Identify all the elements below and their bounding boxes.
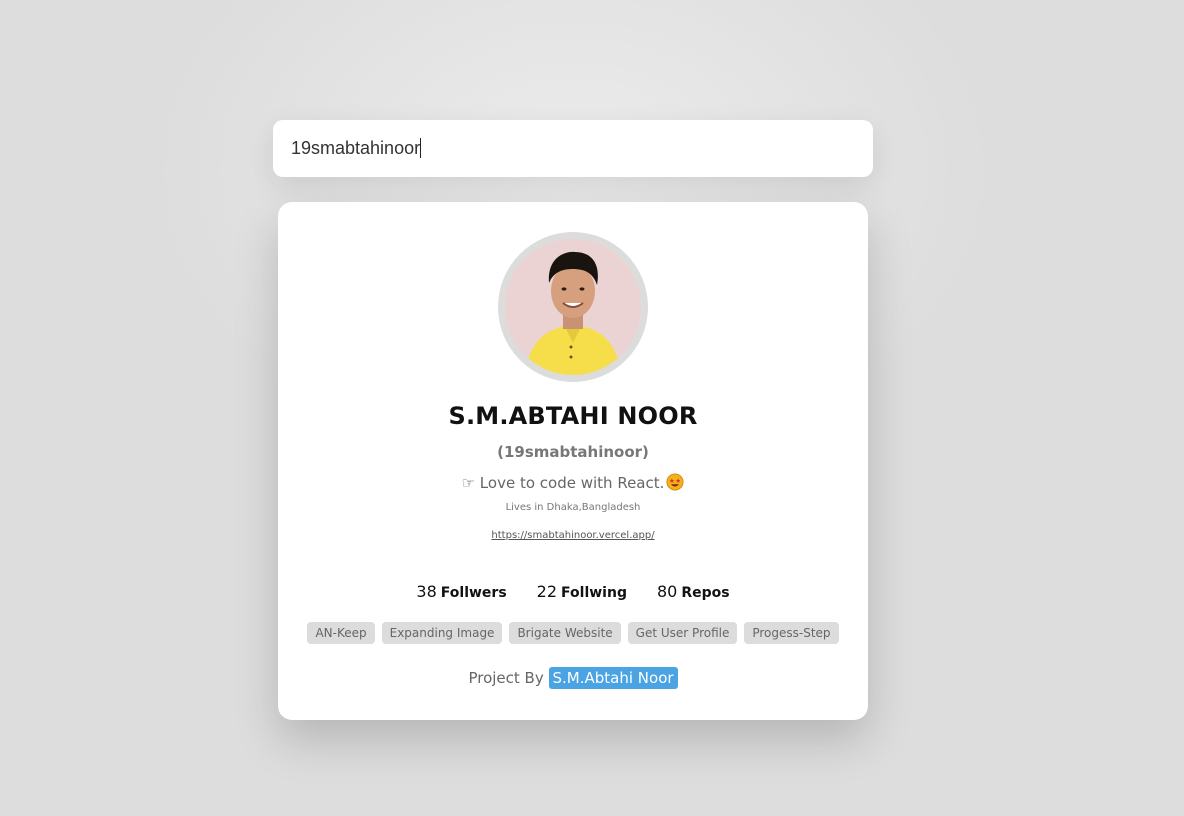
bio-text: ☞ Love to code with React. <box>461 474 665 492</box>
blog-link[interactable]: https://smabtahinoor.vercel.app/ <box>491 530 654 541</box>
repo-tag[interactable]: AN-Keep <box>307 622 375 644</box>
stat-repos: 80 Repos <box>657 582 730 601</box>
repo-tag[interactable]: Expanding Image <box>381 622 503 644</box>
stat-followers-count: 38 <box>416 582 437 601</box>
profile-username: (19smabtahinoor) <box>497 443 649 461</box>
search-input[interactable] <box>273 120 873 177</box>
profile-name: S.M.ABTAHI NOOR <box>448 402 698 430</box>
stat-repos-count: 80 <box>656 582 678 601</box>
author-link[interactable]: S.M.Abtahi Noor <box>548 667 678 689</box>
credit-prefix: Project By <box>468 669 544 687</box>
stat-followers: 38 Follwers <box>416 582 506 601</box>
stat-following-count: 22 <box>536 582 558 601</box>
stat-following-label: Follwing <box>561 585 627 601</box>
search-box <box>273 120 873 177</box>
text-cursor <box>420 138 421 158</box>
avatar-ring <box>498 232 648 382</box>
profile-stats: 38 Follwers 22 Follwing 80 Repos <box>278 582 868 601</box>
avatar <box>505 239 641 375</box>
repo-tag[interactable]: Progess-Step <box>744 622 839 644</box>
user-photo-icon <box>505 239 641 375</box>
profile-location: Lives in Dhaka,Bangladesh <box>505 502 641 513</box>
repo-tag[interactable]: Brigate Website <box>509 622 621 644</box>
stat-following: 22 Follwing <box>537 582 627 601</box>
star-struck-emoji-icon <box>666 473 684 491</box>
profile-blog: https://smabtahinoor.vercel.app/ <box>278 530 868 541</box>
project-credit: Project By S.M.Abtahi Noor <box>278 667 868 689</box>
profile-card: S.M.ABTAHI NOOR (19smabtahinoor) ☞ Love … <box>278 202 868 720</box>
stat-followers-label: Follwers <box>440 585 507 601</box>
page: S.M.ABTAHI NOOR (19smabtahinoor) ☞ Love … <box>0 0 1184 816</box>
repo-list: AN-Keep Expanding Image Brigate Website … <box>278 622 868 644</box>
profile-bio: ☞ Love to code with React. <box>278 473 868 492</box>
stat-repos-label: Repos <box>681 585 730 601</box>
repo-tag[interactable]: Get User Profile <box>627 622 738 644</box>
